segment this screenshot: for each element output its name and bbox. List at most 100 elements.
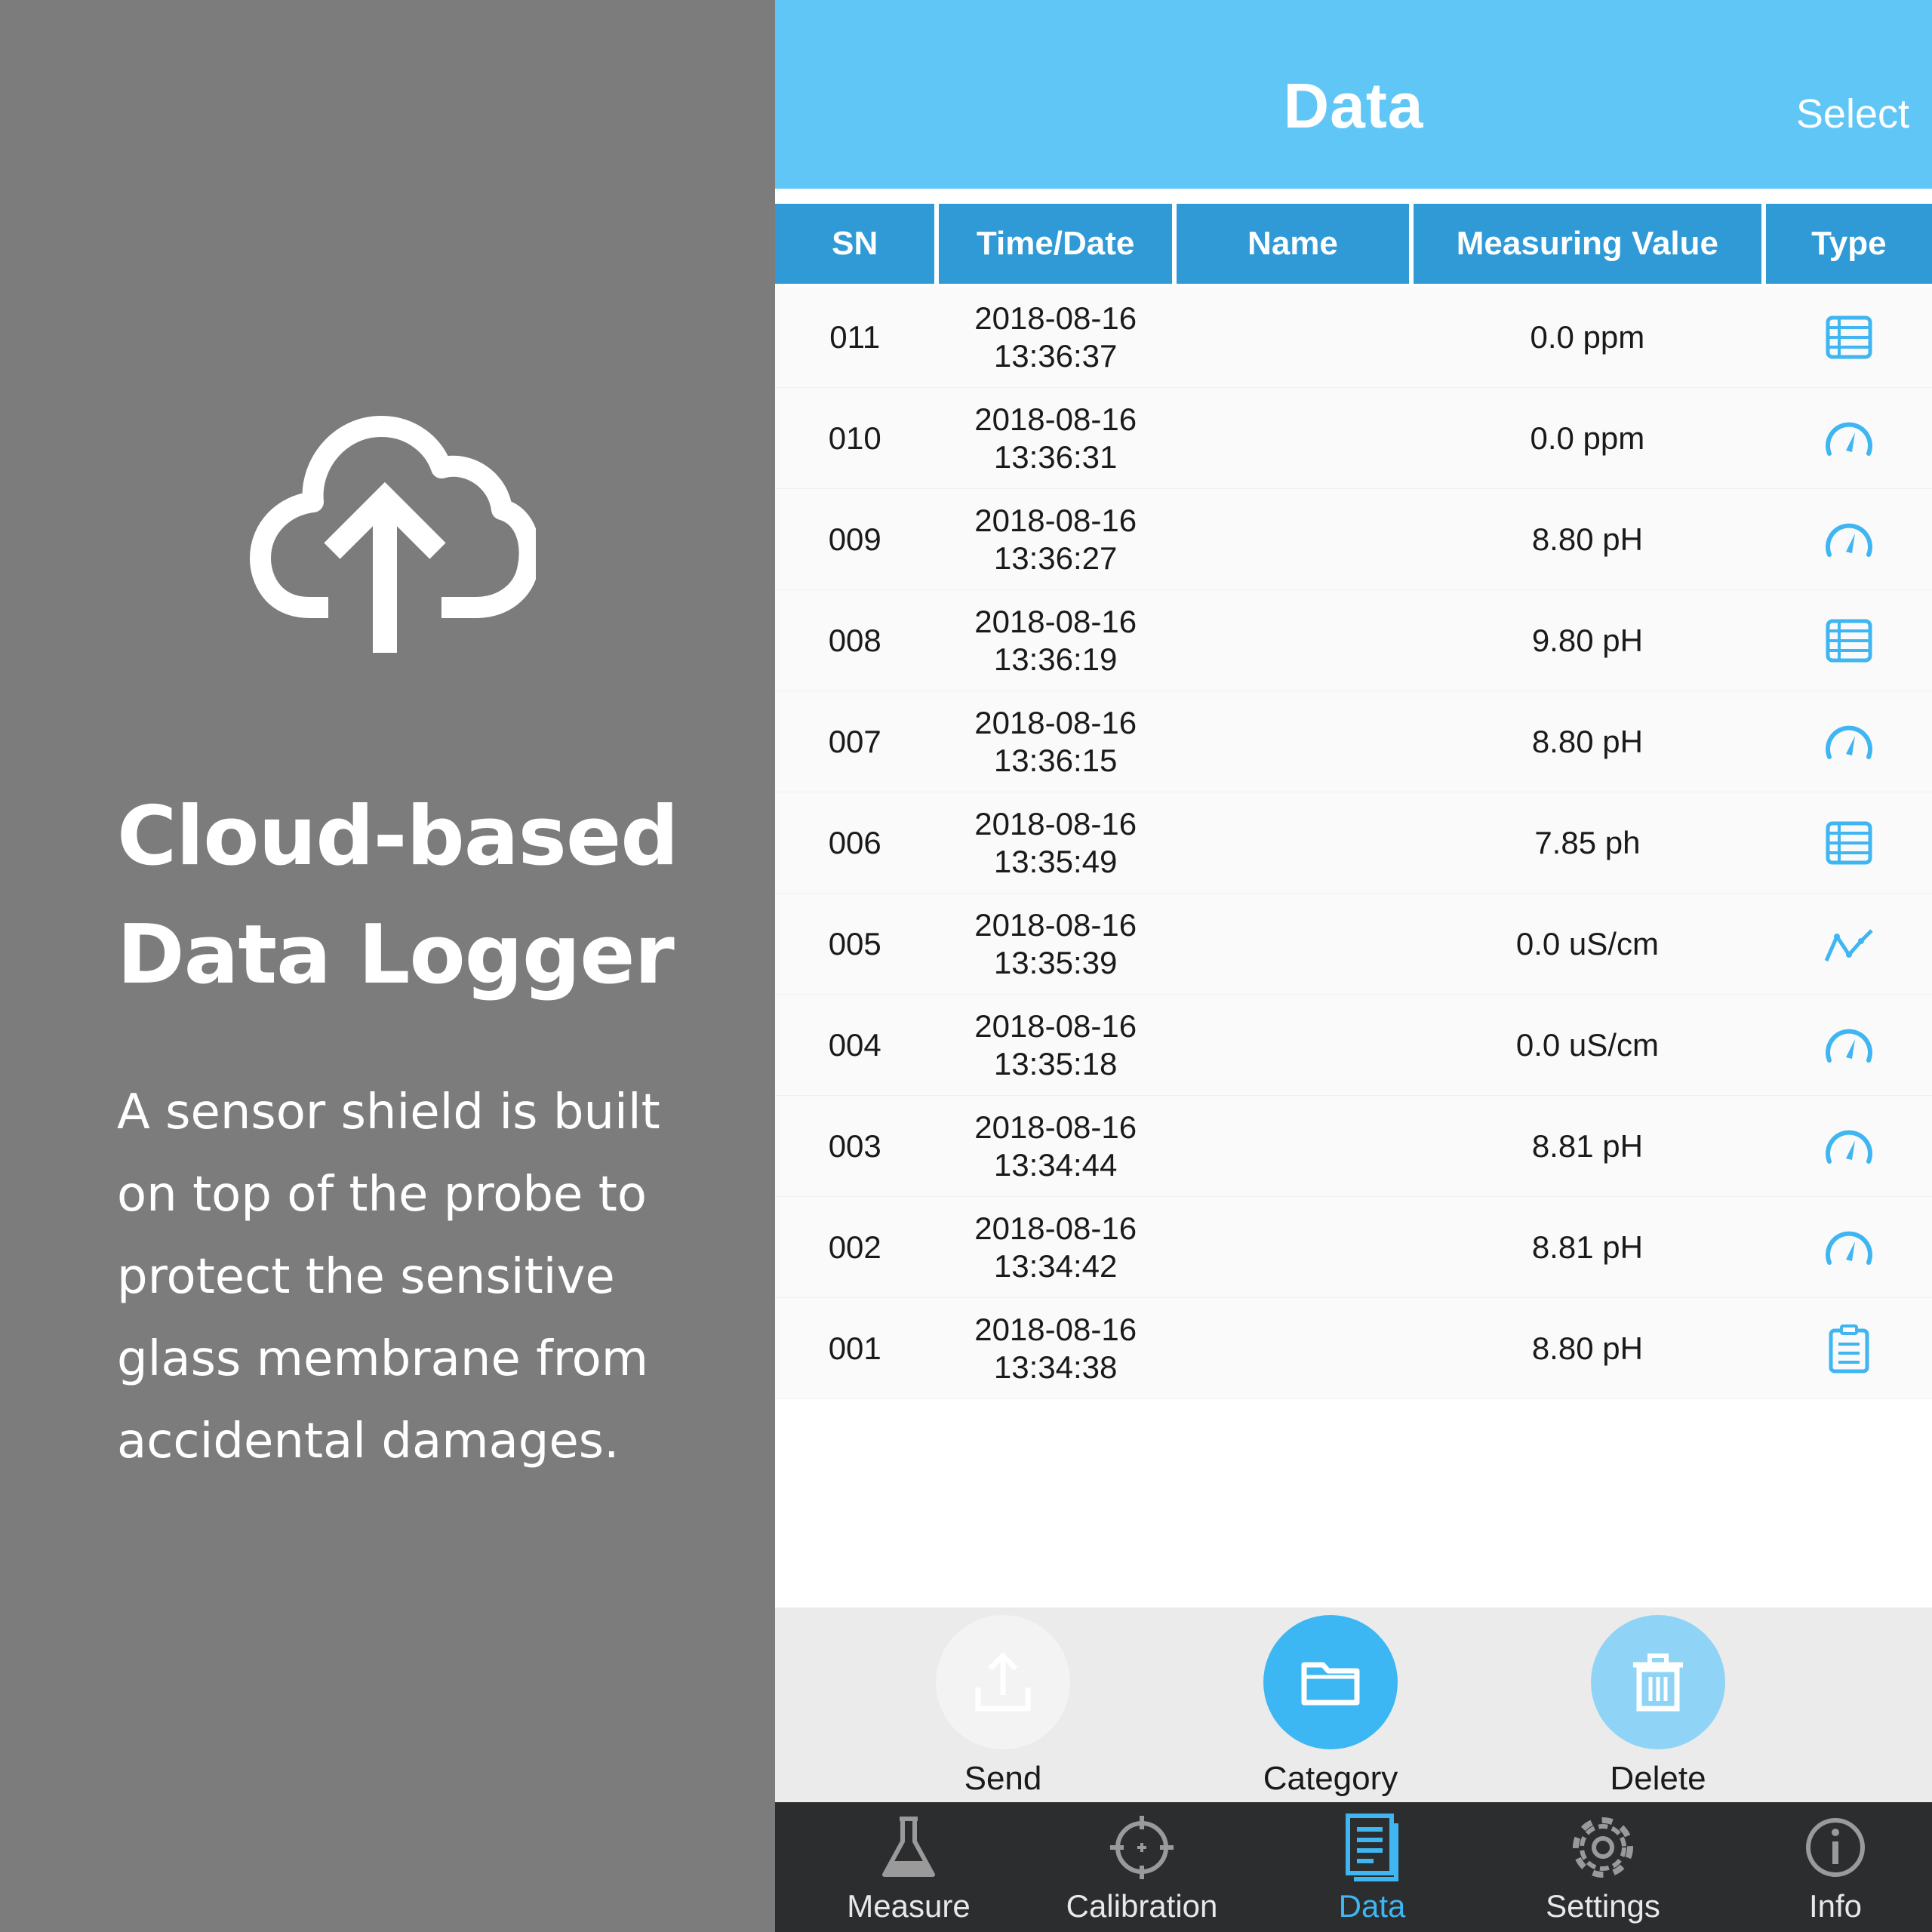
cell-type	[1766, 1096, 1932, 1196]
cell-time: 13:35:49	[993, 843, 1118, 879]
action-bar: Send Category Delete	[775, 1607, 1932, 1802]
column-header-time[interactable]: Time/Date	[939, 204, 1172, 284]
promo-description: A sensor shield is built on top of the p…	[117, 1072, 751, 1483]
cell-type	[1766, 388, 1932, 488]
table-row[interactable]: 010 2018-08-16 13:36:31 0.0 ppm	[775, 388, 1932, 489]
gauge-icon	[1825, 725, 1872, 759]
tab-label: Data	[1338, 1888, 1406, 1924]
cell-name	[1177, 995, 1409, 1095]
cell-time: 13:35:39	[993, 944, 1118, 980]
gauge-icon	[1825, 1029, 1872, 1063]
cell-type	[1766, 1298, 1932, 1398]
cell-time-date: 2018-08-16 13:35:49	[939, 792, 1171, 893]
send-button-circle[interactable]	[936, 1615, 1070, 1749]
table-row[interactable]: 006 2018-08-16 13:35:49 7.85 ph	[775, 792, 1932, 894]
table-icon	[1826, 821, 1872, 864]
category-button-circle[interactable]	[1263, 1615, 1398, 1749]
table-row[interactable]: 011 2018-08-16 13:36:37 0.0 ppm	[775, 287, 1932, 388]
navigation-bar: Data Select	[775, 0, 1932, 189]
cell-date: 2018-08-16	[974, 805, 1137, 841]
table-row[interactable]: 005 2018-08-16 13:35:39 0.0 uS/cm	[775, 894, 1932, 995]
promo-body-line: glass membrane from	[117, 1331, 649, 1387]
table-row[interactable]: 002 2018-08-16 13:34:42 8.81 pH	[775, 1197, 1932, 1298]
column-header-type[interactable]: Type	[1765, 204, 1932, 284]
cell-name	[1177, 1096, 1409, 1196]
promo-title-line: Cloud-based	[117, 789, 679, 884]
tab-label: Settings	[1546, 1888, 1660, 1924]
cell-time-date: 2018-08-16 13:36:37	[939, 287, 1171, 387]
cell-name	[1177, 388, 1409, 488]
send-label: Send	[964, 1760, 1042, 1797]
cell-sn: 011	[829, 318, 881, 355]
cell-value: 0.0 uS/cm	[1515, 1026, 1659, 1063]
flask-icon	[882, 1817, 935, 1877]
table-row[interactable]: 008 2018-08-16 13:36:19 9.80 pH	[775, 590, 1932, 691]
gauge-icon	[1825, 523, 1872, 557]
cell-time: 13:35:18	[993, 1045, 1118, 1081]
cell-value: 8.81 pH	[1531, 1128, 1643, 1164]
cell-time-date: 2018-08-16 13:35:18	[939, 995, 1171, 1095]
cell-time: 13:34:44	[993, 1146, 1118, 1183]
cell-value: 0.0 ppm	[1530, 318, 1645, 355]
folder-icon	[1301, 1662, 1360, 1706]
cell-type	[1766, 590, 1932, 691]
table-row[interactable]: 004 2018-08-16 13:35:18 0.0 uS/cm	[775, 995, 1932, 1096]
cell-name	[1177, 792, 1409, 893]
cell-time: 13:34:38	[993, 1349, 1118, 1385]
cell-name	[1177, 287, 1409, 387]
trash-icon	[1633, 1654, 1683, 1712]
table-row[interactable]: 009 2018-08-16 13:36:27 8.80 pH	[775, 489, 1932, 590]
table-icon	[1826, 619, 1872, 662]
cell-sn: 010	[828, 420, 881, 456]
delete-button-circle[interactable]	[1591, 1615, 1725, 1749]
cell-sn: 005	[828, 925, 881, 961]
cell-date: 2018-08-16	[974, 1008, 1137, 1044]
line-chart-icon	[1824, 928, 1873, 961]
cell-date: 2018-08-16	[974, 1311, 1137, 1347]
column-header-value[interactable]: Measuring Value	[1414, 204, 1761, 284]
cell-time-date: 2018-08-16 13:34:42	[939, 1197, 1171, 1297]
document-icon	[1346, 1814, 1398, 1881]
tab-measure[interactable]: Measure	[795, 1811, 1022, 1924]
cell-value: 0.0 uS/cm	[1515, 925, 1659, 961]
tab-settings[interactable]: Settings	[1490, 1811, 1716, 1924]
cell-sn: 008	[828, 622, 881, 658]
cell-value: 0.0 ppm	[1530, 420, 1645, 456]
cell-value: 8.80 pH	[1531, 521, 1643, 557]
promo-body-line: protect the sensitive	[117, 1249, 615, 1305]
cell-sn: 004	[828, 1026, 881, 1063]
tab-calibration[interactable]: Calibration	[1029, 1811, 1255, 1924]
gauge-icon	[1825, 422, 1872, 456]
cloud-upload-icon	[250, 416, 536, 653]
cell-time-date: 2018-08-16 13:34:38	[939, 1298, 1171, 1398]
cell-date: 2018-08-16	[974, 300, 1137, 336]
column-header-name[interactable]: Name	[1176, 204, 1410, 284]
table-icon	[1826, 315, 1872, 358]
cell-name	[1177, 590, 1409, 691]
cell-time: 13:36:15	[993, 742, 1118, 778]
cell-date: 2018-08-16	[974, 401, 1137, 437]
cell-date: 2018-08-16	[974, 603, 1137, 639]
tab-info[interactable]: Info	[1722, 1811, 1932, 1924]
table-row[interactable]: 007 2018-08-16 13:36:15 8.80 pH	[775, 691, 1932, 792]
table-row[interactable]: 003 2018-08-16 13:34:44 8.81 pH	[775, 1096, 1932, 1197]
cell-type	[1766, 792, 1932, 893]
category-button[interactable]: Category	[1232, 1615, 1429, 1798]
tab-data[interactable]: Data	[1259, 1811, 1485, 1924]
gauge-icon	[1825, 1231, 1872, 1265]
select-button[interactable]: Select	[1796, 91, 1909, 137]
cell-time-date: 2018-08-16 13:35:39	[939, 894, 1171, 994]
table-row[interactable]: 001 2018-08-16 13:34:38 8.80 pH	[775, 1298, 1932, 1399]
delete-button[interactable]: Delete	[1560, 1615, 1756, 1798]
send-button[interactable]: Send	[905, 1615, 1101, 1798]
column-header-sn[interactable]: SN	[775, 204, 935, 284]
cell-date: 2018-08-16	[974, 1109, 1137, 1145]
cell-time-date: 2018-08-16 13:36:31	[939, 388, 1171, 488]
table-header: SN Time/Date Name Measuring Value Type	[775, 204, 1932, 284]
page-title: Data	[1283, 70, 1424, 141]
cell-type	[1766, 995, 1932, 1095]
info-icon	[1806, 1818, 1865, 1877]
cell-time-date: 2018-08-16 13:36:19	[939, 590, 1171, 691]
cell-time-date: 2018-08-16 13:34:44	[939, 1096, 1171, 1196]
clipboard-icon	[1829, 1324, 1869, 1373]
